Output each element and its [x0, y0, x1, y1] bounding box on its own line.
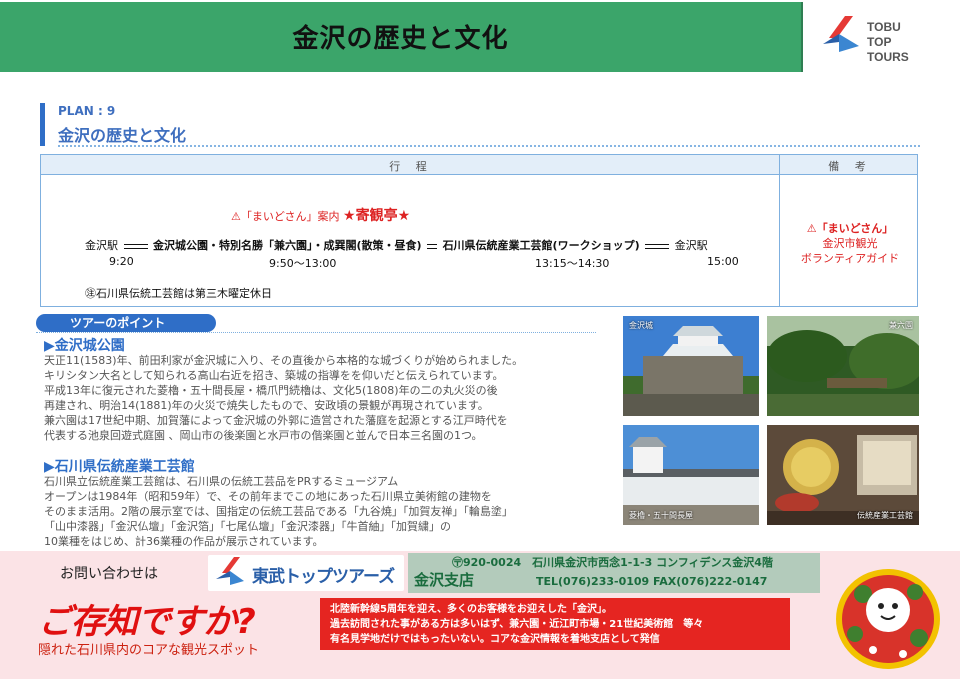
- logo-line-2: TOP: [867, 35, 892, 49]
- itinerary-divider: [779, 155, 780, 306]
- itinerary-header-remarks: 備 考: [828, 160, 872, 173]
- photo-kanazawa-castle: 金沢城: [623, 316, 759, 416]
- section-craft-museum-title: ▶石川県伝統産業工芸館: [44, 459, 195, 475]
- photo-label: 金沢城: [629, 321, 653, 330]
- notice-line: 有名見学地だけではもったいない。コアな金沢情報を着地支店として発信: [330, 634, 660, 645]
- time-1: 9:50～13:00: [269, 257, 337, 270]
- guide-star: ★寄観亭★: [343, 208, 411, 224]
- time-end: 15:00: [707, 255, 739, 268]
- notice-line: 過去訪問された事がある方は多いはず、兼六園・近江町市場・21世紀美術館 等々: [330, 619, 704, 630]
- text-line: そのまま活用。2階の展示室では、国指定の伝統工芸品である「九谷焼」「加賀友禅」「…: [44, 505, 513, 518]
- remarks-cell: ⚠「まいどさん」 金沢市観光 ボランティアガイド: [781, 221, 919, 266]
- contact-band: お問い合わせは 東武トップツアーズ 〶920-0024 石川県金沢市西念1-1-…: [0, 551, 960, 595]
- phone-fax: TEL(076)233-0109 FAX(076)222-0147: [536, 575, 768, 588]
- plan-number: PLAN : 9: [58, 104, 116, 118]
- photo-craft-museum: 伝統産業工芸館: [767, 425, 919, 525]
- text-line: 天正11(1583)年、前田利家が金沢城に入り、その直後から本格的な城づくりが始…: [44, 354, 524, 367]
- guide-line: ⚠「まいどさん」案内 ★寄観亭★: [231, 205, 410, 225]
- rail-connector: [427, 243, 438, 249]
- text-line: 「山中漆器」「金沢仏壇」「金沢箔」「七尾仏壇」「金沢漆器」「牛首紬」「加賀繍」の: [44, 520, 451, 533]
- route-stop-2: 石川県伝統産業工芸館(ワークショップ): [442, 239, 640, 252]
- logo-line-3: TOURS: [867, 50, 909, 64]
- logo-line-1: TOBU: [867, 20, 901, 34]
- guide-prefix: ⚠「まいどさん」案内: [231, 210, 340, 223]
- rail-connector: [645, 243, 670, 249]
- remark-line-1: ⚠「まいどさん」: [806, 222, 894, 235]
- mascot-illustration: [833, 564, 943, 674]
- section-kanazawa-castle-body: 天正11(1583)年、前田利家が金沢城に入り、その直後から本格的な城づくりが始…: [44, 353, 523, 443]
- logo-mark-icon: [823, 16, 859, 52]
- text-line: 代表する池泉回遊式庭園 、岡山市の後楽園と水戸市の偕楽園と並んで日本三名園の1つ…: [44, 429, 483, 442]
- time-2: 13:15～14:30: [535, 257, 610, 270]
- plan-underline: [58, 145, 920, 147]
- tobu-top-tours-logo: TOBU TOP TOURS: [815, 12, 935, 67]
- header-banner: 金沢の歴史と文化: [0, 2, 803, 72]
- route-line: 金沢駅 金沢城公園・特別名勝「兼六園」・成巽閣(散策・昼食) 石川県伝統産業工芸…: [85, 237, 708, 253]
- text-line: 10業種をはじめ、計36業種の作品が展示されています。: [44, 535, 324, 548]
- photo-label: 伝統産業工芸館: [857, 511, 913, 520]
- itinerary-header-schedule: 行 程: [389, 160, 433, 173]
- route-stop-end: 金沢駅: [674, 239, 708, 252]
- catch-headline: ご存知ですか?: [38, 602, 256, 642]
- tour-points-rule: [36, 332, 596, 333]
- remark-line-3: ボランティアガイド: [800, 252, 900, 265]
- rail-connector: [123, 243, 148, 249]
- photo-hishi-yagura: 菱櫓・五十間長屋: [623, 425, 759, 525]
- plan-heading: PLAN : 9 金沢の歴史と文化: [40, 103, 920, 148]
- notice-line: 北陸新幹線5周年を迎え、多くのお客様をお迎えした「金沢」。: [330, 604, 612, 615]
- closed-note: ㊟石川県伝統工芸館は第三木曜定休日: [85, 287, 272, 300]
- photo-label: 兼六園: [889, 321, 913, 330]
- address: 〶920-0024 石川県金沢市西念1-1-3 コンフィデンス金沢4階: [452, 556, 773, 569]
- text-line: 平成13年に復元された菱櫓・五十間長屋・橋爪門続櫓は、文化5(1808)年の二の…: [44, 384, 498, 397]
- plan-accent-bar: [40, 103, 45, 146]
- text-line: 石川県立伝統産業工芸館は、石川県の伝統工芸品をPRするミュージアム: [44, 475, 399, 488]
- route-stop-start: 金沢駅: [85, 239, 118, 252]
- contact-prompt: お問い合わせは: [60, 566, 158, 582]
- itinerary-header: 行 程 備 考: [41, 155, 917, 175]
- photo-kenrokuen: 兼六園: [767, 316, 919, 416]
- logo-text: TOBU TOP TOURS: [867, 20, 909, 65]
- company-name: 東武トップツアーズ: [252, 567, 395, 587]
- text-line: 再建され、明治14(1881)年の火災で焼失したもので、安政頃の景観が再現されて…: [44, 399, 489, 412]
- tour-points-label: ツアーのポイント: [36, 314, 216, 332]
- photo-label: 菱櫓・五十間長屋: [629, 511, 693, 520]
- section-craft-museum-body: 石川県立伝統産業工芸館は、石川県の伝統工芸品をPRするミュージアム オープンは1…: [44, 474, 513, 549]
- section-kanazawa-castle-title: ▶金沢城公園: [44, 338, 125, 354]
- text-line: オープンは1984年（昭和59年）で、その前年までこの地にあった石川県立美術館の…: [44, 490, 492, 503]
- remark-line-2: 金沢市観光: [822, 237, 878, 250]
- page-title: 金沢の歴史と文化: [292, 24, 509, 54]
- catch-subtitle: 隠れた石川県内のコアな観光スポット: [38, 643, 260, 658]
- plan-title: 金沢の歴史と文化: [58, 126, 187, 145]
- branch-name: 金沢支店: [414, 571, 475, 589]
- text-line: キリシタン大名として知られる高山右近を招き、築城の指導をを仰いだと伝えられていま…: [44, 369, 504, 382]
- route-stop-1: 金沢城公園・特別名勝「兼六園」・成巽閣(散策・昼食): [153, 239, 422, 252]
- text-line: 兼六園は17世紀中期、加賀藩によって金沢城の外郭に造営された藩庭を起源とする江戸…: [44, 414, 508, 427]
- company-logo: 東武トップツアーズ: [208, 555, 404, 591]
- time-start: 9:20: [109, 255, 134, 268]
- notice-box: 北陸新幹線5周年を迎え、多くのお客様をお迎えした「金沢」。 過去訪問された事があ…: [320, 598, 790, 650]
- company-mark-icon: [216, 557, 244, 585]
- itinerary-table: 行 程 備 考 ⚠「まいどさん」案内 ★寄観亭★ 金沢駅 金沢城公園・特別名勝「…: [40, 154, 918, 307]
